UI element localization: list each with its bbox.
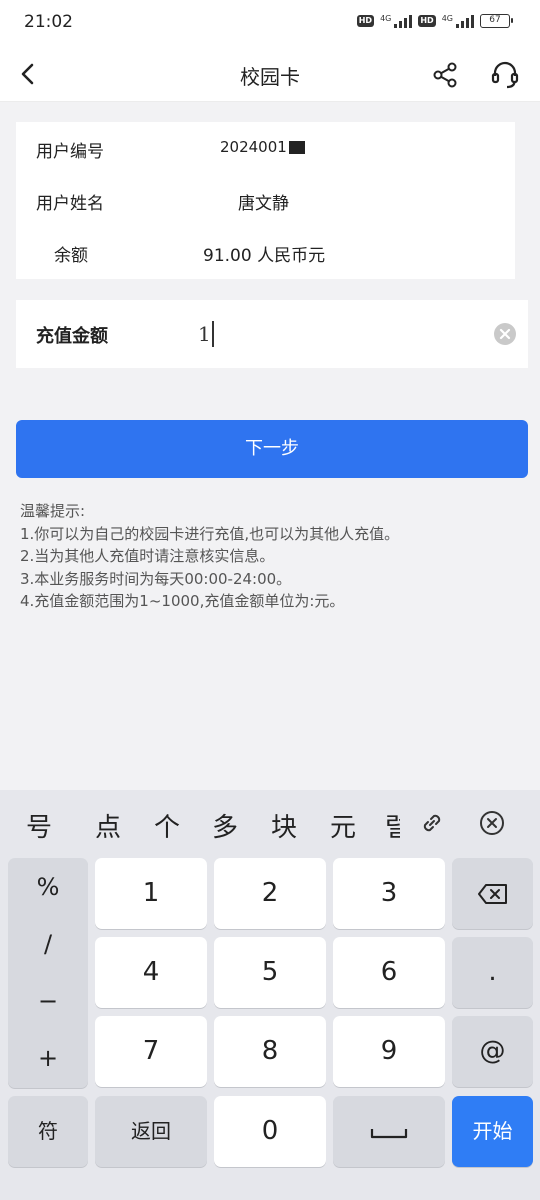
- tips-title: 温馨提示:: [20, 502, 86, 520]
- status-time: 21:02: [24, 12, 73, 32]
- card-info-panel: 用户编号 2024001 用户姓名 唐文静 余额 91.00 人民币元: [16, 122, 515, 279]
- key-3[interactable]: 3: [333, 858, 445, 929]
- candidate-word[interactable]: 号: [26, 807, 52, 844]
- key-9[interactable]: 9: [333, 1016, 445, 1087]
- signal-icon: 4G: [380, 14, 413, 28]
- battery-icon: 67: [480, 14, 513, 28]
- key-8[interactable]: 8: [214, 1016, 326, 1087]
- link-icon[interactable]: [419, 810, 445, 836]
- balance-value: 91.00 人民币元: [203, 246, 326, 266]
- symbol-key-plus[interactable]: +: [8, 1044, 88, 1072]
- key-0[interactable]: 0: [214, 1096, 326, 1167]
- user-name-value: 唐文静: [238, 194, 289, 214]
- key-7[interactable]: 7: [95, 1016, 207, 1087]
- backspace-key[interactable]: [452, 858, 533, 929]
- balance-label: 余额: [54, 246, 88, 266]
- user-name-label: 用户姓名: [36, 194, 104, 214]
- symbol-key-slash[interactable]: /: [8, 930, 88, 958]
- candidate-word[interactable]: 元: [330, 807, 356, 844]
- tips-section: 温馨提示: 1.你可以为自己的校园卡进行充值,也可以为其他人充值。 2.当为其他…: [20, 500, 520, 613]
- candidate-word[interactable]: 块: [271, 807, 297, 844]
- status-bar: 21:02 HD 4G HD 4G 67: [0, 0, 540, 46]
- dot-key[interactable]: .: [452, 937, 533, 1008]
- recharge-amount-row: 充值金额 1: [16, 300, 528, 368]
- text-caret: [211, 321, 214, 347]
- tips-line: 4.充值金额范围为1~1000,充值金额单位为:元。: [20, 592, 345, 610]
- candidate-word[interactable]: 点: [95, 807, 121, 844]
- backspace-icon: [477, 884, 507, 904]
- clear-input-icon[interactable]: [494, 323, 516, 345]
- info-row-balance: 余额 91.00 人民币元: [16, 226, 515, 278]
- space-icon: [370, 1129, 408, 1139]
- key-2[interactable]: 2: [214, 858, 326, 929]
- symbol-key[interactable]: 符: [8, 1096, 88, 1167]
- candidate-word[interactable]: 个: [154, 807, 180, 844]
- key-5[interactable]: 5: [214, 937, 326, 1008]
- next-step-button[interactable]: 下一步: [16, 420, 528, 478]
- status-icons: HD 4G HD 4G 67: [356, 14, 513, 28]
- user-id-value: 2024001: [220, 137, 305, 157]
- info-row-user-name: 用户姓名 唐文静: [16, 174, 515, 226]
- recharge-amount-input[interactable]: 1: [198, 318, 488, 350]
- at-key[interactable]: @: [452, 1016, 533, 1087]
- tips-line: 3.本业务服务时间为每天00:00-24:00。: [20, 569, 292, 588]
- headset-icon[interactable]: [489, 59, 521, 91]
- hd-icon: HD: [418, 15, 436, 27]
- candidate-bar: 号 点 个 多 块 元 럴: [0, 790, 540, 856]
- share-icon[interactable]: [430, 60, 460, 90]
- recharge-amount-value: 1: [198, 322, 211, 346]
- recharge-amount-label: 充值金额: [36, 326, 108, 347]
- info-row-user-id: 用户编号 2024001: [16, 122, 515, 174]
- return-key[interactable]: 返回: [95, 1096, 207, 1167]
- symbol-key-percent[interactable]: %: [8, 873, 88, 901]
- space-key[interactable]: [333, 1096, 445, 1167]
- start-key[interactable]: 开始: [452, 1096, 533, 1167]
- symbol-key-minus[interactable]: −: [8, 987, 88, 1015]
- key-1[interactable]: 1: [95, 858, 207, 929]
- tips-line: 1.你可以为自己的校园卡进行充值,也可以为其他人充值。: [20, 524, 400, 543]
- key-6[interactable]: 6: [333, 937, 445, 1008]
- close-circle-icon[interactable]: [479, 810, 505, 836]
- hd-icon: HD: [356, 15, 375, 27]
- candidate-word[interactable]: 럴: [385, 807, 400, 844]
- signal-icon: 4G: [442, 14, 474, 28]
- symbol-column: % / − +: [8, 858, 88, 1088]
- candidate-word[interactable]: 多: [212, 807, 238, 844]
- tips-line: 2.当为其他人充值时请注意核实信息。: [20, 547, 275, 565]
- key-4[interactable]: 4: [95, 937, 207, 1008]
- nav-bar: 校园卡: [0, 46, 540, 102]
- user-id-label: 用户编号: [36, 142, 104, 162]
